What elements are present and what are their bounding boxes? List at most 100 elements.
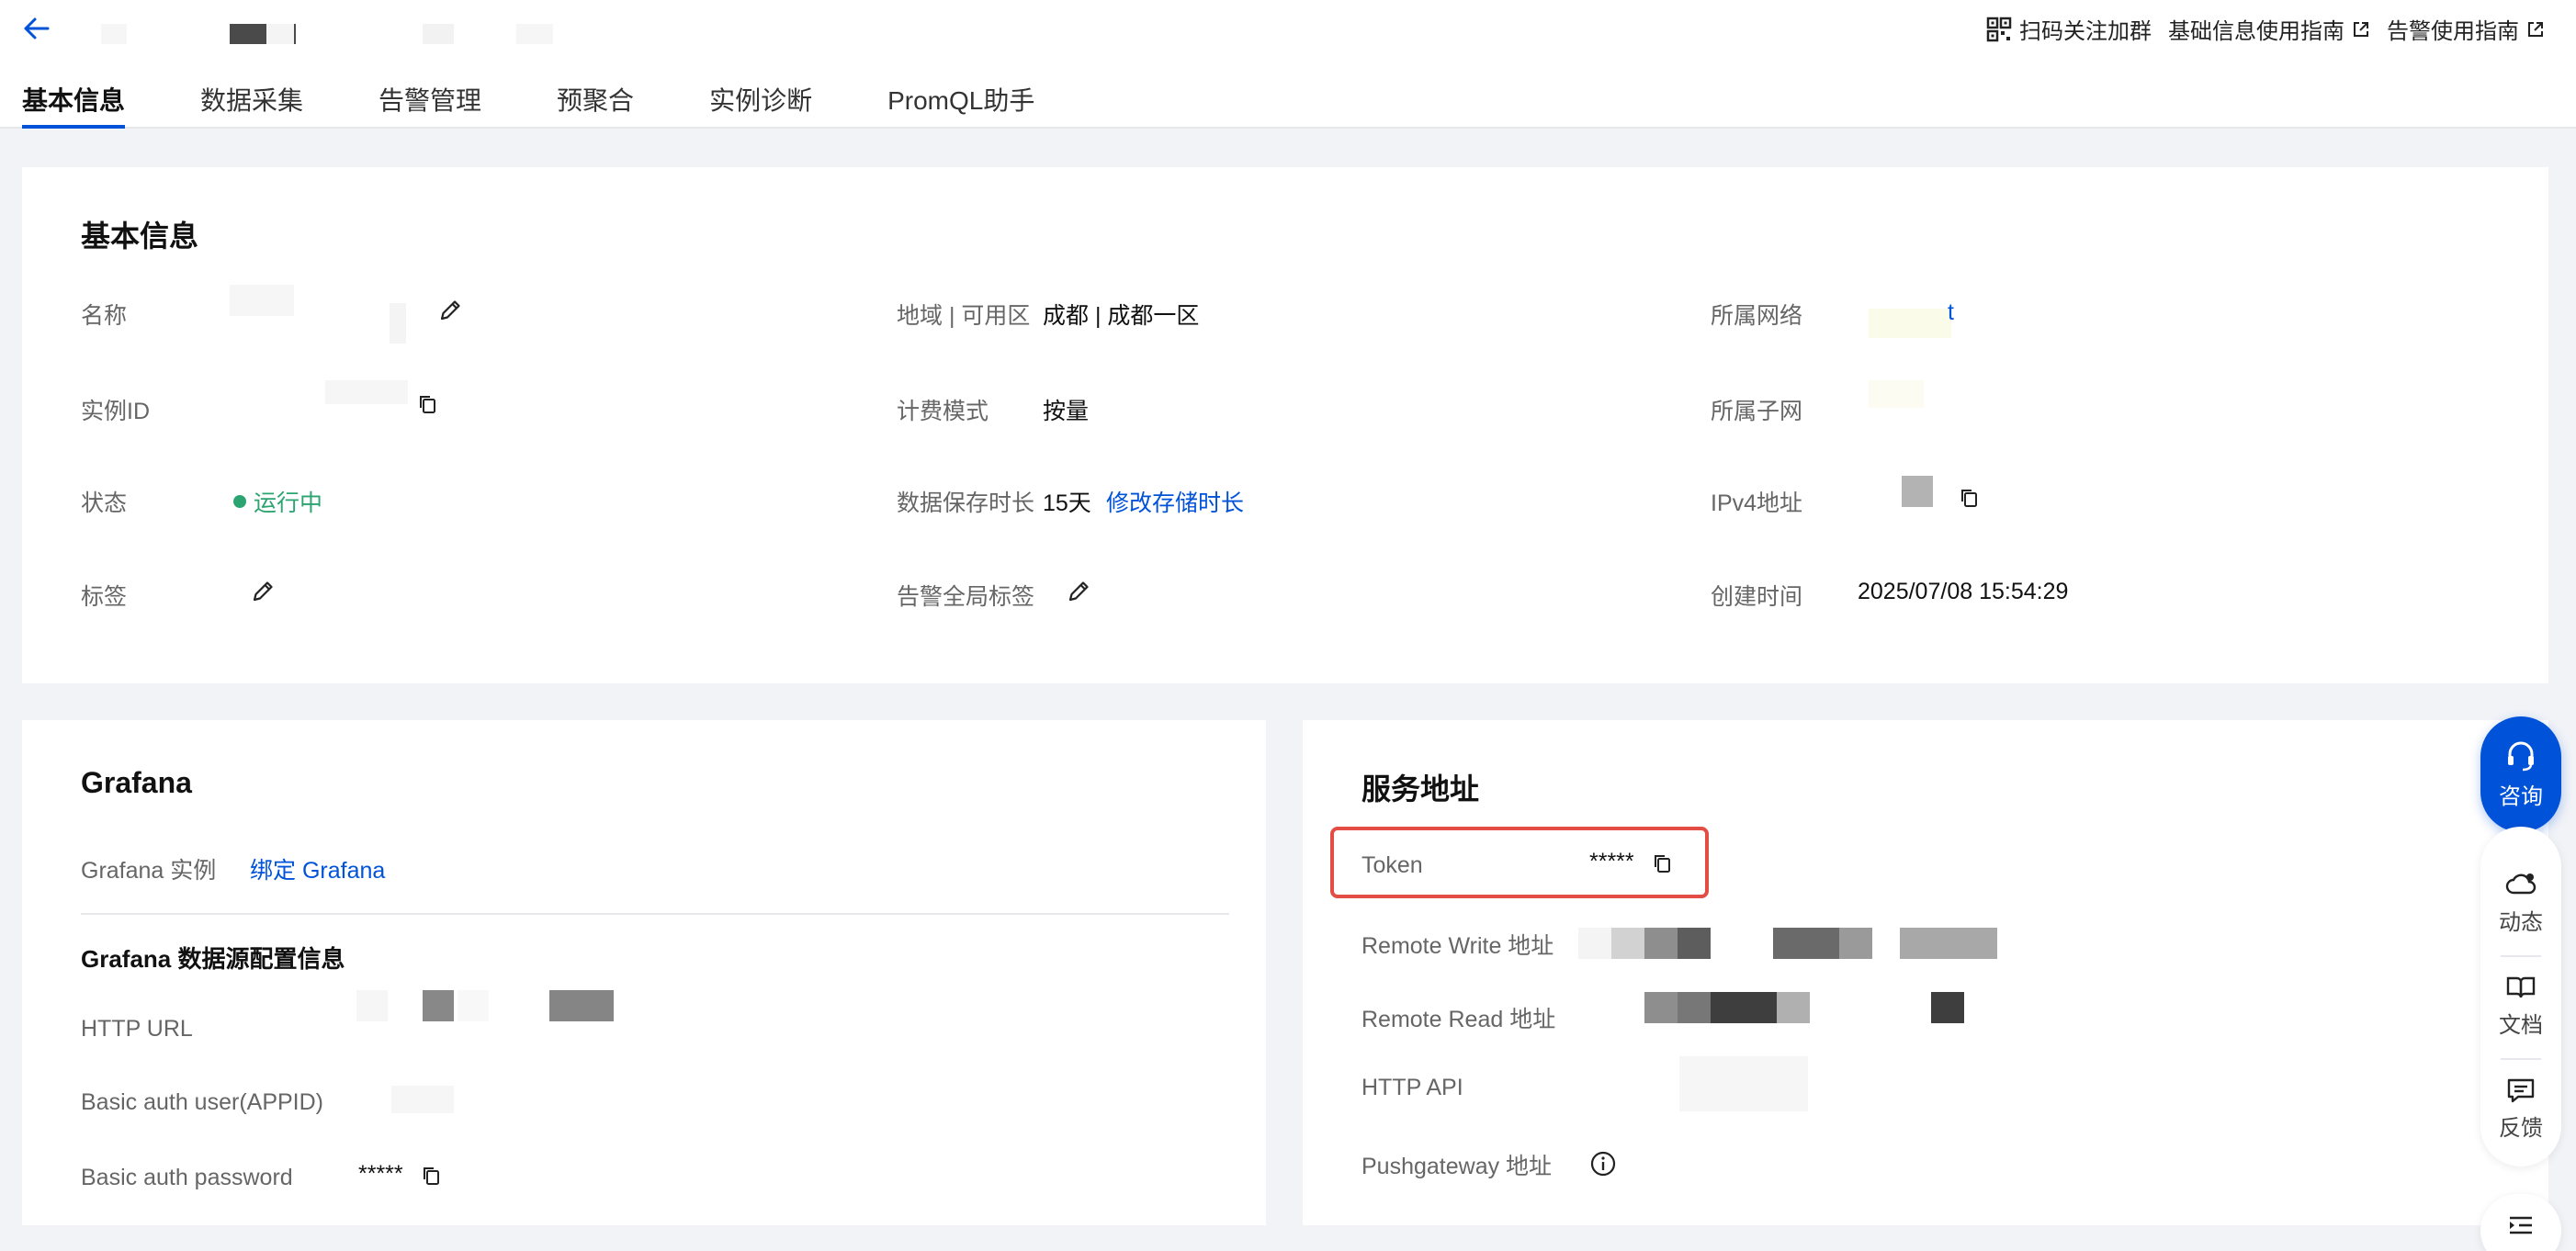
ipv4-label: IPv4地址: [1711, 490, 1803, 516]
http-api-redacted: [1679, 1056, 1808, 1111]
vpc-value-link[interactable]: t: [1948, 299, 1954, 326]
copy-password-icon[interactable]: [421, 1165, 443, 1187]
qr-join-group-link[interactable]: 扫码关注加群: [1986, 13, 2152, 45]
remote-write-redacted: [1611, 928, 1644, 959]
http-url-redacted: [458, 990, 489, 1021]
top-bar: 扫码关注加群 基础信息使用指南 告警使用指南 基本信息 数据采集 告警管理 预聚…: [0, 0, 2576, 129]
edit-alarm-tags-icon[interactable]: [1066, 579, 1091, 604]
side-separator: [2501, 1058, 2541, 1060]
info-icon[interactable]: [1589, 1150, 1617, 1178]
status-badge: 运行中: [233, 485, 322, 518]
created-time-label: 创建时间: [1711, 584, 1803, 610]
external-link-icon: [2528, 21, 2543, 37]
http-url-redacted: [356, 990, 388, 1021]
remote-read-redacted: [1711, 992, 1777, 1023]
subnet-label: 所属子网: [1711, 399, 1803, 424]
billing-value: 按量: [1043, 399, 1090, 424]
tab-alarm-management[interactable]: 告警管理: [378, 81, 481, 129]
vpc-value-redacted: [1869, 309, 1951, 338]
billing-label: 计费模式: [897, 399, 989, 424]
tab-data-collection[interactable]: 数据采集: [200, 81, 303, 129]
instance-name-redacted: [516, 24, 553, 44]
outline-toggle-button[interactable]: [2480, 1194, 2561, 1251]
name-value-redacted: [230, 285, 294, 316]
instance-id-redacted: [325, 380, 408, 404]
ipv4-value-redacted: [1902, 476, 1933, 507]
remote-write-redacted: [1678, 928, 1711, 959]
tab-basic-info[interactable]: 基本信息: [22, 81, 126, 129]
created-time-value: 2025/07/08 15:54:29: [1858, 579, 2069, 604]
side-feedback-label: 反馈: [2499, 1116, 2543, 1141]
basic-auth-user-redacted: [391, 1086, 454, 1113]
grafana-title: Grafana: [81, 766, 192, 799]
basic-guide-link[interactable]: 基础信息使用指南: [2168, 13, 2370, 45]
service-address-card: 服务地址 Token ***** Remote Write 地址 Remote …: [1303, 720, 2548, 1225]
remote-read-redacted: [1678, 992, 1711, 1023]
tags-label: 标签: [81, 584, 128, 610]
side-separator: [2501, 955, 2541, 957]
back-arrow-icon[interactable]: [20, 13, 51, 44]
region-label: 地域 | 可用区: [897, 303, 1031, 329]
remote-read-redacted: [1644, 992, 1678, 1023]
side-docs-label: 文档: [2499, 1013, 2543, 1038]
top-links: 扫码关注加群 基础信息使用指南 告警使用指南: [1986, 13, 2545, 45]
http-url-label: HTTP URL: [81, 1016, 193, 1042]
copy-ipv4-icon[interactable]: [1959, 487, 1981, 509]
basic-auth-user-label: Basic auth user(APPID): [81, 1089, 323, 1115]
status-value: 运行中: [254, 490, 323, 516]
retention-value: 15天: [1043, 490, 1091, 516]
basic-auth-password-label: Basic auth password: [81, 1165, 293, 1190]
side-docs-button[interactable]: 文档: [2480, 974, 2561, 1039]
remote-write-redacted: [1578, 928, 1611, 959]
basic-auth-password-value: *****: [358, 1161, 403, 1187]
basic-guide-label: 基础信息使用指南: [2168, 19, 2344, 44]
remote-read-redacted: [1777, 992, 1810, 1023]
tab-promql-assistant[interactable]: PromQL助手: [887, 81, 1034, 129]
grafana-datasource-title: Grafana 数据源配置信息: [81, 945, 345, 973]
pushgateway-label: Pushgateway 地址: [1361, 1154, 1553, 1179]
remote-write-redacted: [1900, 928, 1997, 959]
copy-instance-id-icon[interactable]: [417, 393, 439, 415]
tab-bar: 基本信息 数据采集 告警管理 预聚合 实例诊断 PromQL助手: [22, 81, 1110, 129]
remote-read-redacted: [1931, 992, 1964, 1023]
copy-token-icon[interactable]: [1652, 852, 1674, 874]
tab-instance-diagnosis[interactable]: 实例诊断: [709, 81, 812, 129]
tab-pre-aggregation[interactable]: 预聚合: [557, 81, 634, 129]
edit-name-icon[interactable]: [437, 298, 463, 323]
status-dot: [233, 495, 246, 508]
instance-name-redacted: [101, 24, 127, 44]
alarm-guide-label: 告警使用指南: [2387, 19, 2519, 44]
http-url-redacted: [549, 990, 614, 1021]
side-feedback-button[interactable]: 反馈: [2480, 1076, 2561, 1142]
bind-grafana-link[interactable]: 绑定 Grafana: [250, 852, 385, 885]
side-news-label: 动态: [2499, 910, 2543, 935]
instance-name-redacted: [266, 24, 294, 44]
subnet-value-redacted: [1869, 380, 1924, 408]
basic-info-title: 基本信息: [81, 220, 199, 253]
instance-id-label: 实例ID: [81, 399, 151, 424]
remote-write-redacted: [1644, 928, 1678, 959]
status-label: 状态: [81, 490, 128, 516]
side-news-button[interactable]: 动态: [2480, 871, 2561, 936]
vpc-label: 所属网络: [1711, 303, 1803, 329]
retention-label: 数据保存时长: [897, 490, 1035, 516]
remote-write-redacted: [1839, 928, 1872, 959]
alarm-guide-link[interactable]: 告警使用指南: [2387, 13, 2545, 45]
http-api-label: HTTP API: [1361, 1075, 1463, 1100]
qr-code-icon: [1986, 17, 2012, 41]
consult-label: 咨询: [2499, 783, 2543, 809]
list-indent-icon: [2510, 1216, 2532, 1234]
grafana-divider: [81, 913, 1229, 915]
headset-icon: [2508, 741, 2534, 771]
qr-join-group-label: 扫码关注加群: [2019, 19, 2152, 44]
grafana-instance-label: Grafana 实例: [81, 858, 217, 884]
modify-retention-link[interactable]: 修改存储时长: [1106, 485, 1244, 518]
consult-button[interactable]: 咨询: [2480, 716, 2561, 832]
http-url-redacted: [423, 990, 454, 1021]
edit-tags-icon[interactable]: [250, 579, 276, 604]
name-value-redacted: [390, 303, 406, 344]
service-address-title: 服务地址: [1361, 772, 1480, 806]
remote-write-label: Remote Write 地址: [1361, 933, 1554, 959]
basic-info-card: 基本信息 名称 实例ID 状态 运行中 标签 地域 | 可用区 成都 | 成都一…: [22, 167, 2548, 683]
grafana-card: Grafana Grafana 实例 绑定 Grafana Grafana 数据…: [22, 720, 1266, 1225]
